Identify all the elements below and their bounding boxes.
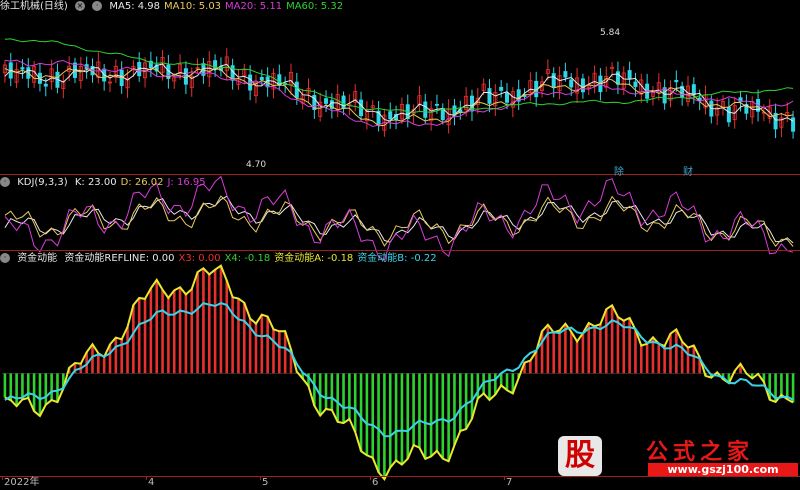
flow-title: 资金动能 [17, 253, 58, 264]
kdj-legend-item: K: 23.00 [74, 177, 117, 188]
candle-down [674, 80, 679, 83]
candle-down [691, 84, 696, 96]
kdj-legend: K: 23.00 D: 26.02 J: 16.95 [75, 177, 210, 188]
flow-legend-item: X4: -0.18 [224, 253, 271, 264]
candle-down [791, 117, 796, 132]
candle-down [633, 81, 638, 88]
price-legend-item: MA60: 5.32 [286, 1, 344, 12]
candle-down [499, 86, 504, 91]
settings-icon[interactable]: · [0, 177, 10, 187]
x-tick: 7 [503, 476, 513, 488]
candle-down [43, 83, 48, 87]
kdj-panel-header: · KDJ(9,3,3) K: 23.00 D: 26.02 J: 16.95 [0, 176, 214, 190]
candle-down [259, 77, 264, 81]
settings-icon[interactable]: · [92, 1, 103, 11]
candle-down [551, 73, 556, 88]
candle-down [423, 101, 428, 118]
kdj-legend-item: J: 16.95 [167, 177, 206, 188]
stock-chart: 徐工机械(日线) × · MA5: 4.98 MA10: 5.03 MA20: 5.… [0, 0, 800, 489]
kdj-title: KDJ(9,3,3) [17, 177, 68, 188]
kdj-legend-item: D: 26.02 [120, 177, 164, 188]
watermark-logo: 股 公式之家 www.gszj100.com [552, 436, 800, 478]
candle-down [563, 71, 568, 78]
x-tick: 2022年 [1, 476, 40, 488]
candle-down [20, 67, 25, 70]
candle-down [627, 70, 632, 79]
candle-down [388, 111, 393, 120]
flow-panel-header: · 资金动能 资金动能REFLINE: 0.00 X3: 0.00 X4: -0.1… [0, 252, 445, 266]
x-tick: 5 [259, 476, 269, 488]
price-panel-header: 徐工机械(日线) × · MA5: 4.98 MA10: 5.03 MA20: 5.… [0, 0, 351, 14]
settings-icon[interactable]: · [0, 253, 10, 263]
low-price-label: 4.70 [246, 160, 267, 170]
high-price-label: 5.84 [600, 28, 621, 38]
candle-down [213, 60, 218, 70]
price-title: 徐工机械(日线) [0, 1, 68, 12]
watermark-name: 公式之家 [646, 439, 755, 465]
candle-down [341, 95, 346, 109]
candle-down [580, 78, 585, 93]
x-tick: 6 [369, 476, 379, 488]
price-legend-item: MA10: 5.03 [164, 1, 222, 12]
candle-down [294, 81, 299, 98]
financial-report-tag[interactable]: 财 [683, 163, 693, 178]
candle-down [505, 92, 510, 103]
watermark-url: www.gszj100.com [648, 463, 798, 476]
candle-down [183, 68, 188, 85]
kdj-line-k [4, 195, 794, 244]
flow-legend: 资金动能REFLINE: 0.00 X3: 0.00 X4: -0.18 资金动能A:… [64, 253, 440, 264]
x-axis: 2022年 4 5 6 7 [0, 476, 800, 490]
ex-dividend-tag[interactable]: 除 [614, 163, 624, 178]
flow-legend-item: X3: 0.00 [178, 253, 221, 264]
price-legend-item: MA5: 4.98 [109, 1, 161, 12]
candle-down [434, 103, 439, 106]
flow-line-b [4, 302, 794, 438]
plot-canvas [2, 38, 796, 481]
price-legend-item: MA20: 5.11 [225, 1, 283, 12]
candle-down [662, 87, 667, 104]
candle-down [487, 88, 492, 104]
candle-down [324, 98, 329, 104]
price-legend: MA5: 4.98 MA10: 5.03 MA20: 5.11 MA60: 5.32 [109, 1, 347, 12]
close-icon[interactable]: × [75, 1, 85, 11]
flow-legend-item: 资金动能REFLINE: 0.00 [64, 253, 175, 264]
ma-line-ma10 [4, 67, 794, 127]
candle-down [569, 79, 574, 88]
flow-legend-item: 资金动能A: -0.18 [274, 253, 354, 264]
candle-down [726, 106, 731, 123]
panel-divider [0, 250, 800, 251]
watermark-seal: 股 [558, 436, 602, 476]
panel-divider [0, 174, 800, 175]
flow-legend-item: 资金动能B: -0.22 [357, 253, 437, 264]
x-tick: 4 [145, 476, 155, 488]
